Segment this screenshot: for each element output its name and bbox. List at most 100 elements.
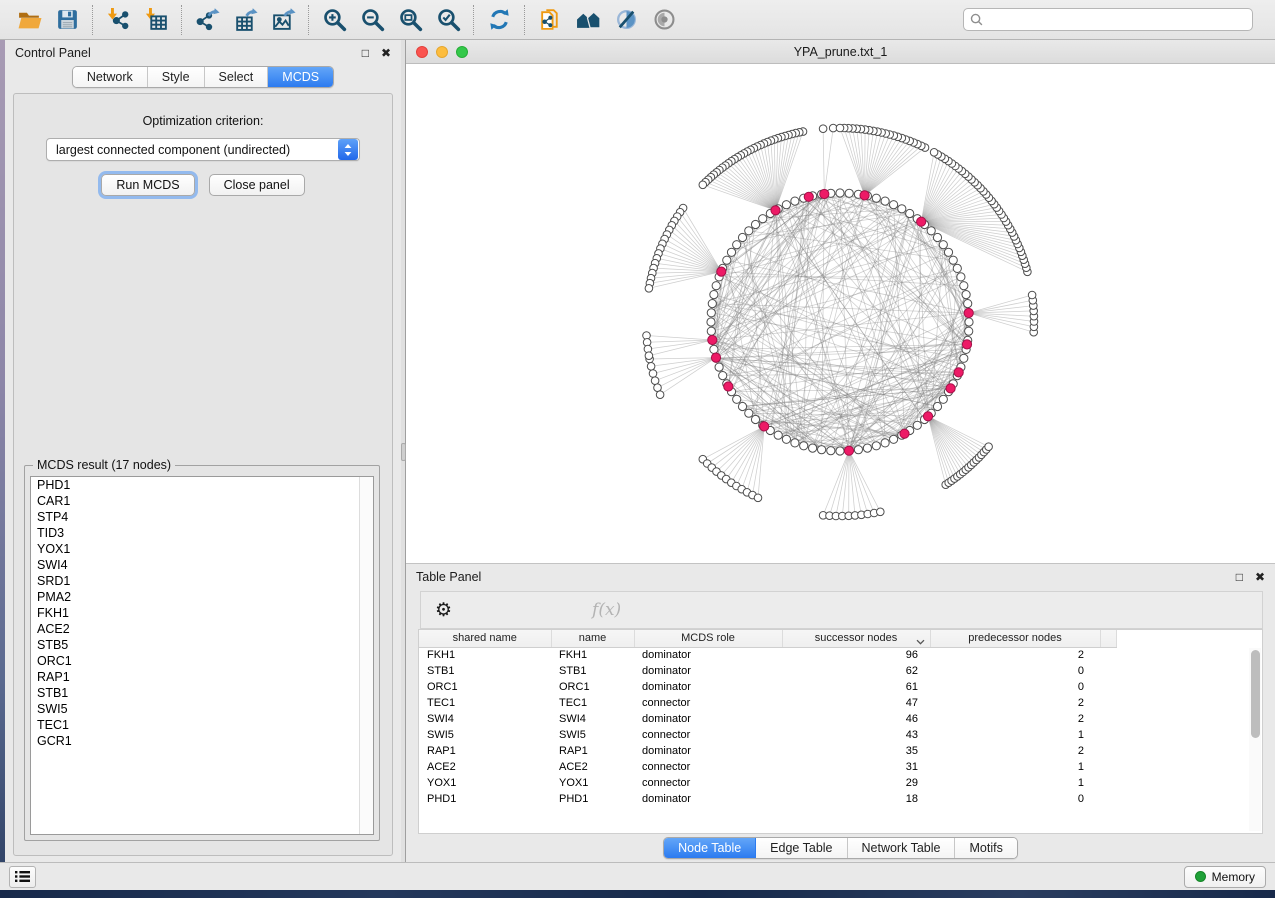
save-button[interactable] <box>48 3 86 37</box>
search-box[interactable] <box>963 8 1253 31</box>
cell-name[interactable]: RAP1 <box>551 743 634 759</box>
mcds-result-node[interactable]: ORC1 <box>31 653 373 669</box>
import-table-button[interactable] <box>137 3 175 37</box>
column-header-mcds-role[interactable]: MCDS role <box>634 630 782 647</box>
cell-predecessor-nodes[interactable]: 0 <box>930 679 1100 695</box>
cell-shared-name[interactable]: SWI5 <box>419 727 551 743</box>
tab-edge-table[interactable]: Edge Table <box>756 838 847 858</box>
cell-predecessor-nodes[interactable]: 0 <box>930 663 1100 679</box>
cell-mcds-role[interactable]: connector <box>634 695 782 711</box>
close-panel-icon[interactable]: ✖ <box>381 47 391 59</box>
cell-successor-nodes[interactable]: 29 <box>782 775 930 791</box>
cell-predecessor-nodes[interactable]: 2 <box>930 695 1100 711</box>
cell-name[interactable]: YOX1 <box>551 775 634 791</box>
mcds-result-node[interactable]: PHD1 <box>31 477 373 493</box>
cell-mcds-role[interactable]: connector <box>634 759 782 775</box>
cell-successor-nodes[interactable]: 96 <box>782 647 930 663</box>
cell-shared-name[interactable]: RAP1 <box>419 743 551 759</box>
criterion-dropdown[interactable]: largest connected component (undirected) <box>46 138 360 161</box>
mcds-result-node[interactable]: GCR1 <box>31 733 373 749</box>
tab-node-table[interactable]: Node Table <box>664 838 756 858</box>
mcds-result-node[interactable]: TID3 <box>31 525 373 541</box>
cell-successor-nodes[interactable]: 18 <box>782 791 930 807</box>
export-image-button[interactable] <box>264 3 302 37</box>
tab-motifs[interactable]: Motifs <box>955 838 1016 858</box>
cell-predecessor-nodes[interactable]: 2 <box>930 743 1100 759</box>
export-table-button[interactable] <box>226 3 264 37</box>
close-table-panel-icon[interactable]: ✖ <box>1255 571 1265 583</box>
tab-network-table[interactable]: Network Table <box>848 838 956 858</box>
table-row[interactable]: PHD1PHD1dominator180 <box>419 791 1116 807</box>
cell-name[interactable]: ORC1 <box>551 679 634 695</box>
show-graphics-details-button[interactable] <box>645 3 683 37</box>
cell-shared-name[interactable]: STB1 <box>419 663 551 679</box>
cell-predecessor-nodes[interactable]: 1 <box>930 727 1100 743</box>
column-header-successor-nodes[interactable]: successor nodes <box>782 630 930 647</box>
zoom-selected-button[interactable] <box>429 3 467 37</box>
cell-mcds-role[interactable]: dominator <box>634 663 782 679</box>
sort-menu-icon[interactable] <box>916 636 925 648</box>
cell-name[interactable]: TEC1 <box>551 695 634 711</box>
cell-mcds-role[interactable]: dominator <box>634 743 782 759</box>
table-row[interactable]: SWI4SWI4dominator462 <box>419 711 1116 727</box>
cell-name[interactable]: PHD1 <box>551 791 634 807</box>
cell-mcds-role[interactable]: dominator <box>634 647 782 663</box>
cell-mcds-role[interactable]: connector <box>634 727 782 743</box>
cell-successor-nodes[interactable]: 43 <box>782 727 930 743</box>
mcds-result-node[interactable]: YOX1 <box>31 541 373 557</box>
cell-mcds-role[interactable]: dominator <box>634 711 782 727</box>
cell-successor-nodes[interactable]: 35 <box>782 743 930 759</box>
column-header-shared-name[interactable]: shared name <box>419 630 551 647</box>
column-header-name[interactable]: name <box>551 630 634 647</box>
gear-button[interactable]: ⚙ <box>435 601 452 620</box>
zoom-fit-button[interactable] <box>391 3 429 37</box>
mcds-result-node[interactable]: SWI5 <box>31 701 373 717</box>
mcds-result-node[interactable]: SRD1 <box>31 573 373 589</box>
tab-network[interactable]: Network <box>73 67 148 87</box>
cell-mcds-role[interactable]: dominator <box>634 791 782 807</box>
zoom-out-button[interactable] <box>353 3 391 37</box>
tab-style[interactable]: Style <box>148 67 205 87</box>
cell-name[interactable]: SWI4 <box>551 711 634 727</box>
cell-shared-name[interactable]: SWI4 <box>419 711 551 727</box>
mcds-result-node[interactable]: FKH1 <box>31 605 373 621</box>
cell-shared-name[interactable]: ORC1 <box>419 679 551 695</box>
cell-successor-nodes[interactable]: 62 <box>782 663 930 679</box>
cell-successor-nodes[interactable]: 31 <box>782 759 930 775</box>
refresh-button[interactable] <box>480 3 518 37</box>
run-mcds-button[interactable]: Run MCDS <box>101 174 194 196</box>
cell-shared-name[interactable]: FKH1 <box>419 647 551 663</box>
search-input[interactable] <box>988 13 1246 27</box>
mcds-result-node[interactable]: SWI4 <box>31 557 373 573</box>
zoom-in-button[interactable] <box>315 3 353 37</box>
cell-shared-name[interactable]: YOX1 <box>419 775 551 791</box>
hide-graphics-details-button[interactable] <box>607 3 645 37</box>
panel-list-button[interactable] <box>9 866 36 888</box>
cell-predecessor-nodes[interactable]: 2 <box>930 647 1100 663</box>
cell-predecessor-nodes[interactable]: 1 <box>930 759 1100 775</box>
cell-mcds-role[interactable]: dominator <box>634 679 782 695</box>
mcds-result-node[interactable]: STB1 <box>31 685 373 701</box>
table-row[interactable]: SWI5SWI5connector431 <box>419 727 1116 743</box>
cell-mcds-role[interactable]: connector <box>634 775 782 791</box>
cell-shared-name[interactable]: PHD1 <box>419 791 551 807</box>
mcds-result-node[interactable]: CAR1 <box>31 493 373 509</box>
open-button[interactable] <box>10 3 48 37</box>
cell-predecessor-nodes[interactable]: 1 <box>930 775 1100 791</box>
cell-shared-name[interactable]: TEC1 <box>419 695 551 711</box>
tab-mcds[interactable]: MCDS <box>268 67 333 87</box>
table-row[interactable]: RAP1RAP1dominator352 <box>419 743 1116 759</box>
table-scrollbar[interactable] <box>1249 648 1261 831</box>
column-header-predecessor-nodes[interactable]: predecessor nodes <box>930 630 1100 647</box>
network-graph[interactable] <box>406 64 1275 563</box>
network-window-titlebar[interactable]: YPA_prune.txt_1 <box>406 40 1275 64</box>
mcds-result-node[interactable]: ACE2 <box>31 621 373 637</box>
import-network-button[interactable] <box>99 3 137 37</box>
cell-predecessor-nodes[interactable]: 2 <box>930 711 1100 727</box>
mcds-result-node[interactable]: PMA2 <box>31 589 373 605</box>
table-row[interactable]: ACE2ACE2connector311 <box>419 759 1116 775</box>
table-row[interactable]: YOX1YOX1connector291 <box>419 775 1116 791</box>
cell-name[interactable]: SWI5 <box>551 727 634 743</box>
result-list-scrollbar[interactable] <box>359 477 373 834</box>
cell-successor-nodes[interactable]: 46 <box>782 711 930 727</box>
